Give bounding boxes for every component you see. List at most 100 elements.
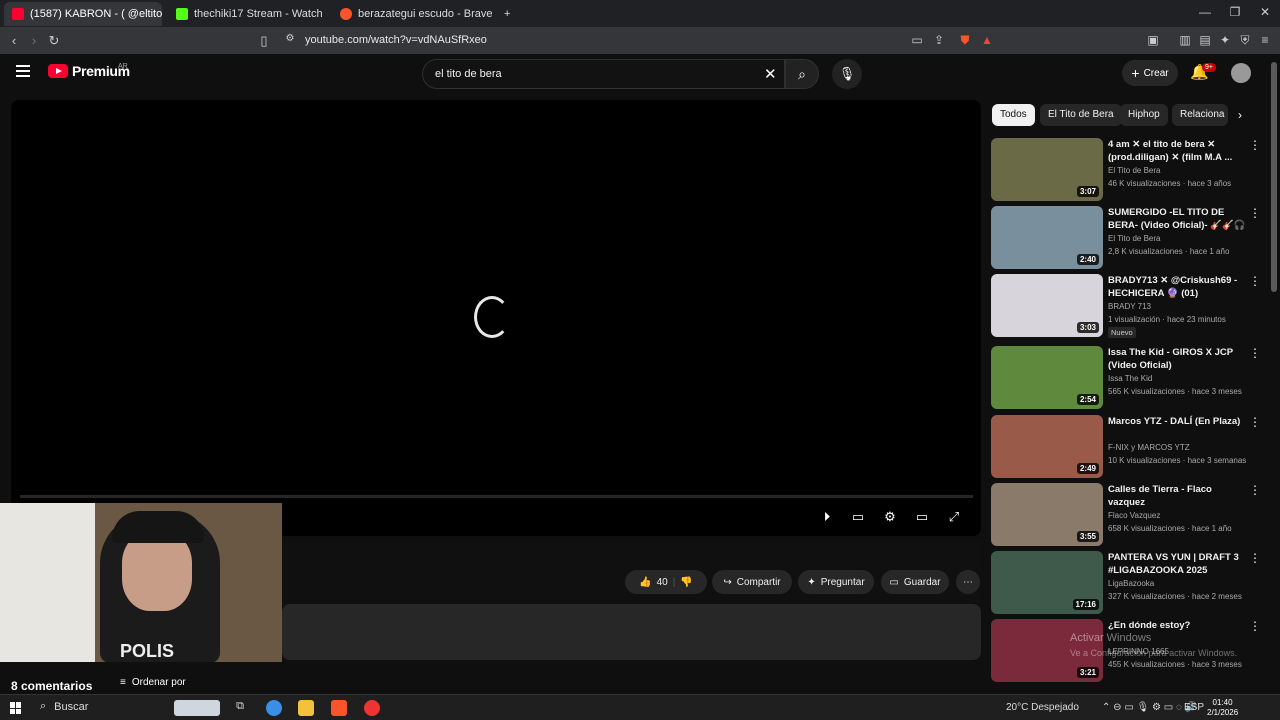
- brave-rewards-icon[interactable]: ▲: [980, 33, 994, 47]
- maximize-icon[interactable]: ❐: [1228, 5, 1242, 19]
- more-vert-icon[interactable]: ⋮: [1249, 483, 1261, 497]
- channel-name[interactable]: BRADY 713: [1108, 302, 1151, 311]
- channel-name[interactable]: Flaco Vazquez: [1108, 511, 1160, 520]
- more-vert-icon[interactable]: ⋮: [1249, 346, 1261, 360]
- sidebar-icon[interactable]: ▥: [1178, 33, 1192, 47]
- video-title[interactable]: Marcos YTZ - DALÍ (En Plaza): [1108, 415, 1248, 428]
- chip-el-tito-de-bera[interactable]: El Tito de Bera: [1040, 104, 1122, 126]
- thumbnail[interactable]: 2:40: [991, 206, 1103, 269]
- video-title[interactable]: 4 am ✕ el tito de bera ✕ (prod.diligan) …: [1108, 138, 1248, 164]
- video-title[interactable]: Issa The Kid - GIROS X JCP (Video Oficia…: [1108, 346, 1248, 372]
- brave-shields-icon[interactable]: ⛊: [958, 33, 972, 48]
- video-title[interactable]: BRADY713 ✕ @Criskush69 - HECHICERA 🔮 (01…: [1108, 274, 1248, 300]
- avatar[interactable]: [1231, 63, 1251, 83]
- tab-brave-search[interactable]: berazategui escudo - Brave Search: [332, 2, 492, 26]
- save-button[interactable]: ▭ Guardar: [881, 570, 949, 594]
- video-title[interactable]: Calles de Tierra - Flaco vazquez: [1108, 483, 1248, 509]
- list-item[interactable]: 3:07 4 am ✕ el tito de bera ✕ (prod.dilig…: [991, 138, 1261, 202]
- clear-search-icon[interactable]: ✕: [764, 65, 777, 83]
- menu-icon[interactable]: ≡: [1258, 33, 1272, 47]
- channel-name[interactable]: El Tito de Bera: [1108, 166, 1160, 175]
- screen-icon[interactable]: ▭: [910, 33, 924, 47]
- list-item[interactable]: 2:40 SUMERGIDO -EL TITO DE BERA- (Video O…: [991, 206, 1261, 270]
- like-dislike-group[interactable]: 👍 40 | 👎: [625, 570, 707, 594]
- app-icon[interactable]: [364, 700, 380, 716]
- list-item[interactable]: 17:16 PANTERA VS YUN | DRAFT 3 #LIGABAZOO…: [991, 551, 1261, 615]
- create-button[interactable]: + Crear: [1122, 60, 1178, 86]
- thumbnail[interactable]: 3:07: [991, 138, 1103, 201]
- like-icon[interactable]: 👍: [639, 577, 651, 588]
- widget-icon[interactable]: [174, 700, 220, 716]
- back-icon[interactable]: ‹: [6, 33, 22, 48]
- list-item[interactable]: 3:55 Calles de Tierra - Flaco vazquez Flac…: [991, 483, 1261, 547]
- forward-icon[interactable]: ›: [26, 33, 42, 48]
- progress-bar[interactable]: [20, 495, 973, 498]
- language[interactable]: ESP: [1184, 702, 1204, 713]
- close-window-icon[interactable]: ✕: [1258, 5, 1272, 19]
- channel-name[interactable]: El Tito de Bera: [1108, 234, 1160, 243]
- list-item[interactable]: 2:49 Marcos YTZ - DALÍ (En Plaza) F-NIX y …: [991, 415, 1261, 479]
- more-vert-icon[interactable]: ⋮: [1249, 206, 1261, 220]
- minimize-icon[interactable]: —: [1198, 5, 1212, 19]
- share-icon[interactable]: ⇪: [932, 33, 946, 47]
- list-item[interactable]: 2:54 Issa The Kid - GIROS X JCP (Video Of…: [991, 346, 1261, 410]
- video-title[interactable]: PANTERA VS YUN | DRAFT 3 #LIGABAZOOKA 20…: [1108, 551, 1248, 577]
- chip-relacionados[interactable]: Relaciona: [1172, 104, 1228, 126]
- wallet-icon[interactable]: ▤: [1198, 33, 1212, 47]
- list-item[interactable]: 3:03 BRADY713 ✕ @Criskush69 - HECHICERA 🔮…: [991, 274, 1261, 338]
- more-vert-icon[interactable]: ⋮: [1249, 619, 1261, 633]
- chevron-right-icon[interactable]: ›: [1238, 108, 1242, 122]
- autoplay-toggle[interactable]: ⏵: [818, 509, 836, 525]
- vpn-icon[interactable]: ⛨: [1238, 33, 1252, 48]
- fullscreen-icon[interactable]: ⤢: [945, 509, 963, 525]
- settings-gear-icon[interactable]: ⚙: [881, 509, 899, 525]
- subtitles-icon[interactable]: ▭: [849, 509, 867, 525]
- thumbnail[interactable]: 2:54: [991, 346, 1103, 409]
- chip-hiphop[interactable]: Hiphop: [1120, 104, 1168, 126]
- leo-icon[interactable]: ✦: [1218, 33, 1232, 47]
- voice-search-button[interactable]: 🎙: [832, 59, 862, 89]
- search-input[interactable]: el tito de bera ✕: [422, 59, 785, 89]
- share-button[interactable]: ↪ Compartir: [712, 570, 792, 594]
- more-vert-icon[interactable]: ⋮: [1249, 138, 1261, 152]
- site-info-icon[interactable]: ⚙: [282, 33, 298, 44]
- hamburger-icon[interactable]: [16, 65, 30, 77]
- weather[interactable]: 20°C Despejado: [1006, 702, 1079, 713]
- thumbnail[interactable]: 3:03: [991, 274, 1103, 337]
- task-view-icon[interactable]: ⧉: [232, 700, 248, 716]
- ask-button[interactable]: ✦ Preguntar: [798, 570, 874, 594]
- channel-name[interactable]: Issa The Kid: [1108, 374, 1152, 383]
- channel-name[interactable]: LigaBazooka: [1108, 579, 1154, 588]
- brave-browser-icon[interactable]: [331, 700, 347, 716]
- tab-youtube[interactable]: (1587) KABRON - ( @eltitodeber ✕: [4, 2, 162, 26]
- more-vert-icon[interactable]: ⋮: [1249, 551, 1261, 565]
- theater-mode-icon[interactable]: ▭: [913, 509, 931, 525]
- video-title[interactable]: ¿En dónde estoy?: [1108, 619, 1248, 632]
- more-vert-icon[interactable]: ⋮: [1249, 274, 1261, 288]
- media-icon[interactable]: ▣: [1146, 33, 1160, 47]
- copilot-icon[interactable]: [266, 700, 282, 716]
- channel-name[interactable]: F-NIX y MARCOS YTZ: [1108, 443, 1190, 452]
- file-explorer-icon[interactable]: [298, 700, 314, 716]
- video-title[interactable]: SUMERGIDO -EL TITO DE BERA- (Video Ofici…: [1108, 206, 1248, 232]
- thumbnail[interactable]: 2:49: [991, 415, 1103, 478]
- thumbnail[interactable]: 3:55: [991, 483, 1103, 546]
- search-button[interactable]: ⌕: [785, 59, 819, 89]
- tab-kick[interactable]: thechiki17 Stream - Watch Live o: [168, 2, 326, 26]
- sort-button[interactable]: ≡ Ordenar por: [120, 677, 186, 688]
- clock[interactable]: 01:40 2/1/2026: [1207, 698, 1238, 718]
- dislike-icon[interactable]: 👎: [680, 577, 692, 588]
- tray-icons[interactable]: ⌃ ⊖ ▭ 🎙 ⚙ ▭ ◌ 🔊: [1102, 702, 1197, 713]
- bookmark-icon[interactable]: ▯: [256, 33, 272, 49]
- reload-icon[interactable]: ↻: [46, 33, 62, 49]
- windows-start-icon[interactable]: [10, 702, 22, 714]
- new-tab-button[interactable]: +: [496, 2, 516, 26]
- thumbnail[interactable]: 17:16: [991, 551, 1103, 614]
- chip-todos[interactable]: Todos: [992, 104, 1035, 126]
- more-vert-icon[interactable]: ⋮: [1249, 415, 1261, 429]
- url-field[interactable]: youtube.com/watch?v=vdNAuSfRxeo: [305, 34, 487, 46]
- more-actions-button[interactable]: ⋯: [956, 570, 980, 594]
- description-box[interactable]: [282, 604, 981, 660]
- scrollbar[interactable]: [1271, 62, 1277, 292]
- taskbar-search[interactable]: ⌕ Buscar: [40, 700, 88, 713]
